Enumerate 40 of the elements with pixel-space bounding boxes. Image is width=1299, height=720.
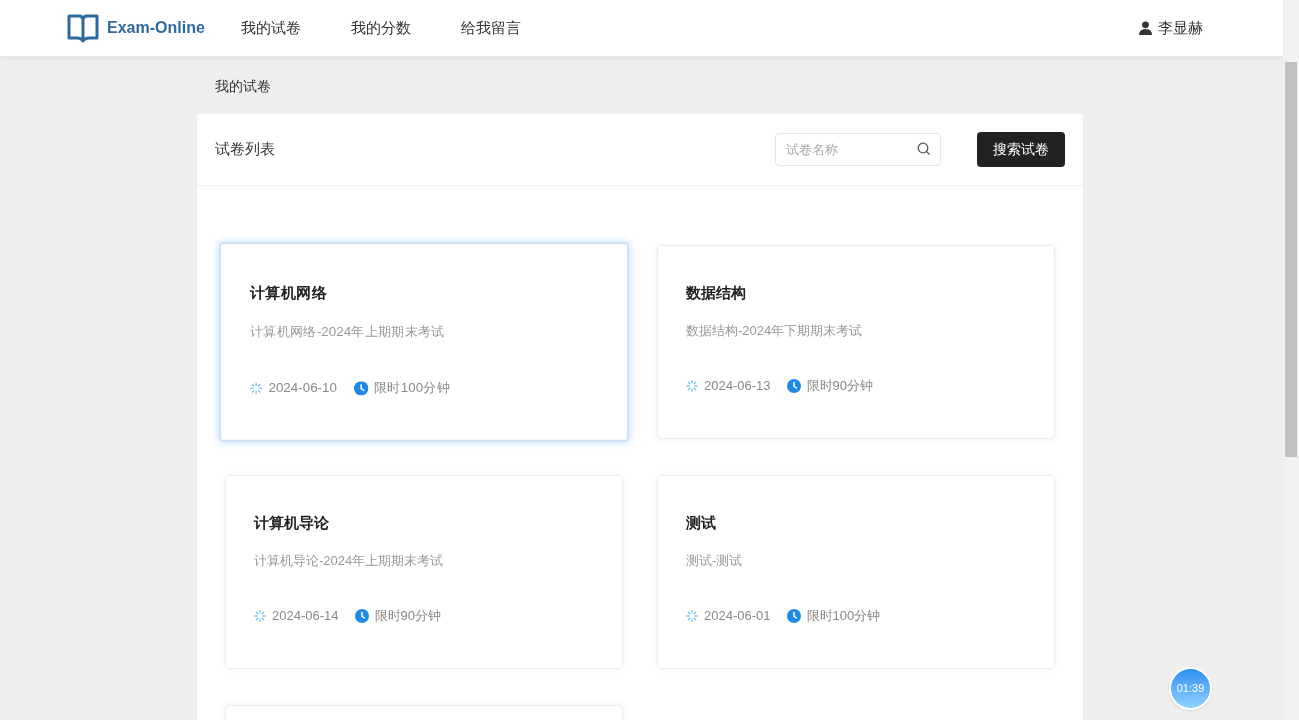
panel-title: 试卷列表: [215, 139, 275, 160]
exam-title: 计算机导论: [254, 513, 330, 533]
exam-title: 测试: [686, 513, 717, 533]
sun-icon: [686, 609, 698, 622]
exam-title: 计算机网络: [249, 282, 329, 303]
sun-icon: [686, 379, 698, 392]
time-limit: 限时100分钟: [806, 607, 881, 625]
user-name[interactable]: 李显赫: [1158, 16, 1203, 40]
search-button[interactable]: 搜索试卷: [977, 132, 1065, 167]
clock-icon: [786, 378, 801, 393]
time-limit: 限时100分钟: [374, 379, 450, 398]
nav-link[interactable]: 给我留言: [460, 16, 521, 40]
exam-card[interactable]: 计算机网络 计算机网络-2024年上期期末考试 2024-06-10 限时100分钟: [219, 242, 629, 442]
exam-card[interactable]: 计算机导论 计算机导论-2024年上期期末考试 2024-06-14 限时90分钟: [225, 475, 623, 669]
exam-title: 数据结构: [686, 283, 747, 303]
user-icon: [1139, 21, 1152, 35]
book-icon: [67, 13, 99, 43]
exam-card[interactable]: 数据结构 数据结构-2024年下期期末考试 2024-06-13 限时90分钟: [657, 245, 1055, 439]
sun-icon: [249, 381, 263, 395]
exam-description: 计算机导论-2024年上期期末考试: [254, 551, 445, 570]
exam-date: 2024-06-13: [704, 377, 771, 395]
breadcrumb: 我的试卷: [214, 77, 272, 96]
clock-icon: [353, 380, 368, 396]
sun-icon: [254, 609, 266, 622]
exam-date: 2024-06-10: [268, 379, 337, 398]
exam-description: 测试-测试: [686, 551, 744, 570]
time-limit: 限时90分钟: [374, 607, 441, 625]
clock-icon: [354, 608, 369, 623]
search-field[interactable]: 试卷名称: [775, 133, 941, 166]
brand-name[interactable]: Exam-Online: [107, 16, 205, 40]
exam-date: 2024-06-14: [272, 607, 339, 625]
exam-description: 计算机网络-2024年上期期末考试: [249, 321, 446, 341]
nav-link[interactable]: 我的试卷: [240, 16, 301, 40]
nav-link[interactable]: 我的分数: [350, 16, 411, 40]
clock-icon: [786, 608, 801, 623]
time-limit: 限时90分钟: [806, 377, 873, 395]
exam-date: 2024-06-01: [704, 607, 771, 625]
exam-description: 数据结构-2024年下期期末考试: [686, 321, 864, 340]
exam-card[interactable]: 测试 测试-测试 2024-06-01 限时100分钟: [657, 475, 1055, 669]
search-icon[interactable]: [917, 142, 931, 156]
